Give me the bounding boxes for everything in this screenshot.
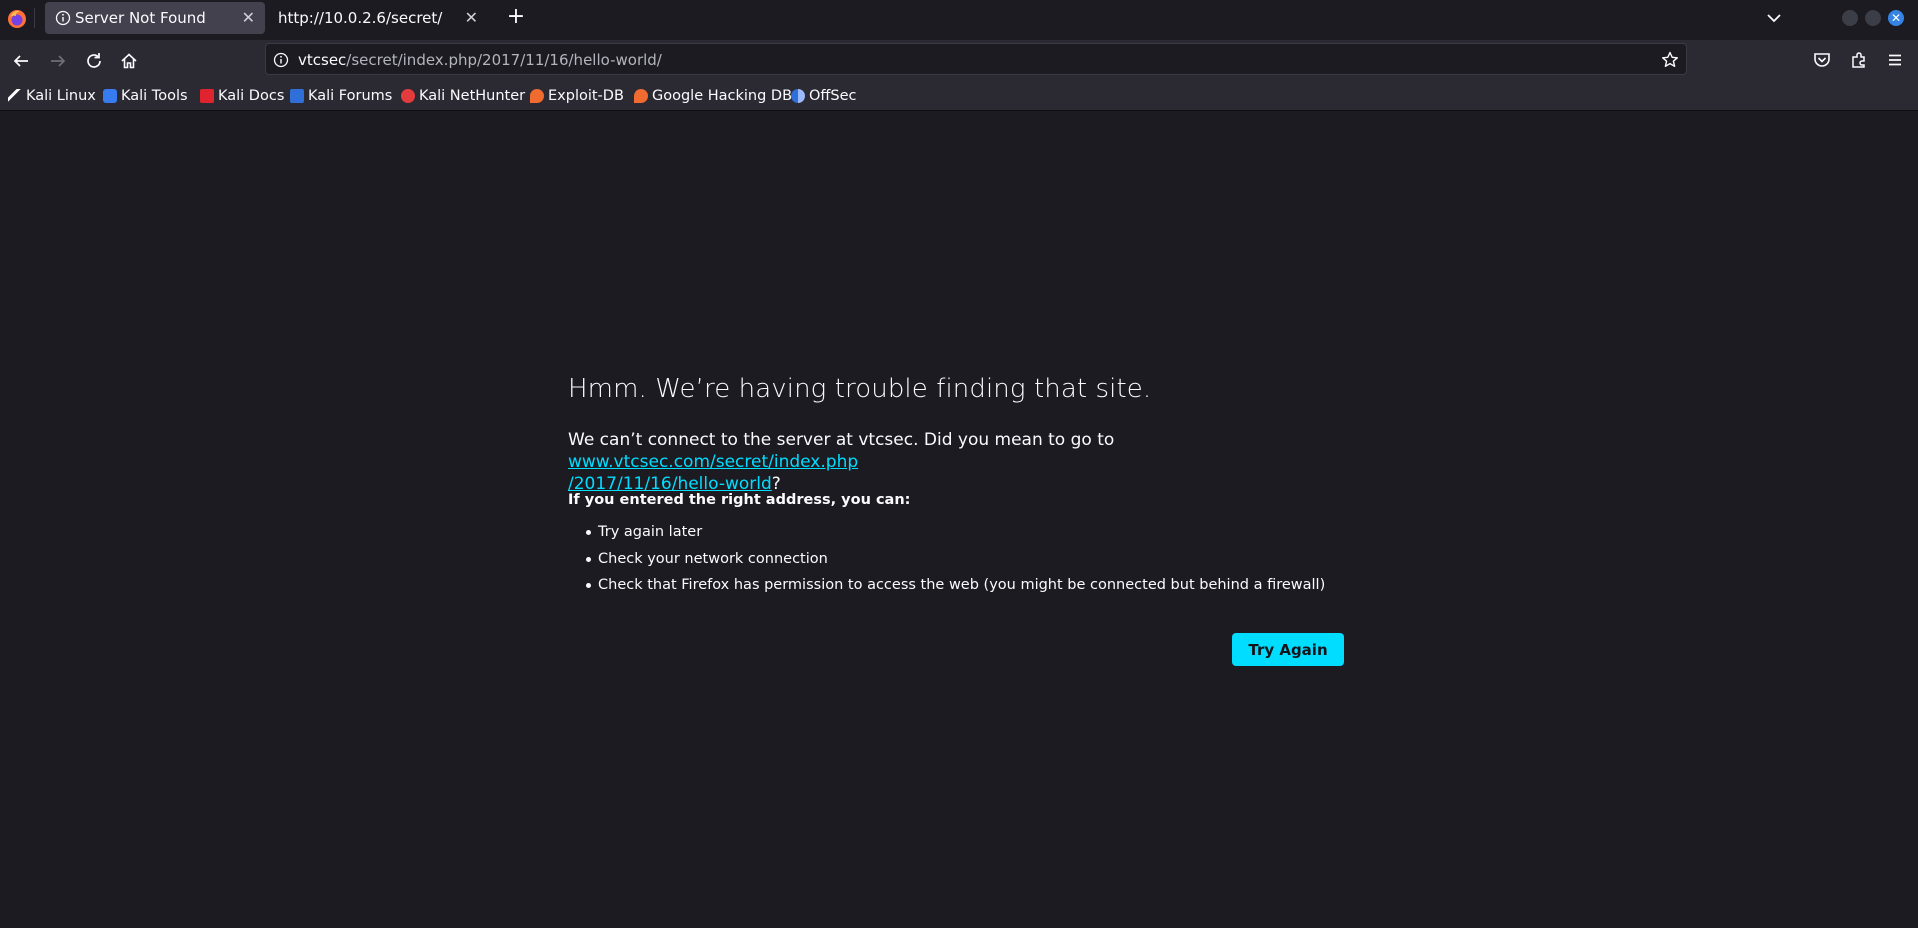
minimize-button[interactable]	[1842, 10, 1858, 26]
error-page: Hmm. We’re having trouble finding that s…	[0, 112, 1918, 928]
firefox-logo-icon[interactable]	[6, 8, 28, 30]
bookmark-label: Kali Linux	[26, 88, 96, 104]
kali-docs-icon	[200, 89, 214, 103]
bookmark-label: OffSec	[809, 88, 857, 104]
info-icon	[55, 10, 71, 26]
ghdb-icon	[634, 89, 648, 103]
bookmark-kali-forums[interactable]: Kali Forums	[290, 86, 392, 106]
bookmark-label: Exploit-DB	[548, 88, 624, 104]
site-info-icon[interactable]	[272, 51, 290, 69]
error-description-text: We can’t connect to the server at vtcsec…	[568, 430, 1115, 450]
bookmark-kali-tools[interactable]: Kali Tools	[103, 86, 188, 106]
url-path: /secret/index.php/2017/11/16/hello-world…	[346, 51, 662, 69]
tab-title: http://10.0.2.6/secret/	[278, 9, 443, 27]
suggested-url-line1: www.vtcsec.com/secret/index.php	[568, 452, 859, 472]
maximize-button[interactable]	[1865, 10, 1881, 26]
list-all-tabs-icon[interactable]	[1763, 7, 1785, 29]
tab-server-not-found[interactable]: Server Not Found ✕	[45, 2, 265, 34]
list-item: Try again later	[568, 522, 1325, 549]
error-description-suffix: ?	[771, 474, 781, 494]
list-item: Check that Firefox has permission to acc…	[568, 575, 1325, 602]
suggested-url-link[interactable]: www.vtcsec.com/secret/index.php/2017/11/…	[568, 452, 858, 494]
kali-tools-icon	[103, 89, 117, 103]
extensions-icon[interactable]	[1848, 49, 1870, 71]
tab-separator	[34, 8, 35, 28]
bookmark-offsec[interactable]: OffSec	[791, 86, 857, 106]
bookmark-star-icon[interactable]	[1660, 50, 1680, 70]
list-item: Check your network connection	[568, 549, 1325, 576]
bookmarks-toolbar: Kali Linux Kali Tools Kali Docs Kali For…	[0, 80, 1918, 111]
close-tab-icon[interactable]: ✕	[465, 8, 478, 27]
reload-icon[interactable]	[83, 50, 105, 72]
error-description: We can’t connect to the server at vtcsec…	[568, 429, 1348, 495]
offsec-icon	[791, 89, 805, 103]
back-arrow-icon[interactable]	[10, 50, 32, 72]
error-suggestions-list: Try again later Check your network conne…	[568, 522, 1325, 602]
bookmark-kali-nethunter[interactable]: Kali NetHunter	[401, 86, 525, 106]
home-icon[interactable]	[118, 50, 140, 72]
pocket-icon[interactable]	[1811, 49, 1833, 71]
bookmark-label: Kali Forums	[308, 88, 393, 104]
menu-hamburger-icon[interactable]	[1884, 49, 1906, 71]
tab-title: Server Not Found	[75, 9, 206, 27]
kali-nethunter-icon	[401, 89, 415, 103]
bookmark-kali-docs[interactable]: Kali Docs	[200, 86, 284, 106]
new-tab-button[interactable]: +	[503, 4, 529, 30]
kali-dragon-icon	[8, 89, 22, 103]
try-again-button[interactable]: Try Again	[1232, 633, 1344, 666]
url-host: vtcsec	[298, 51, 347, 69]
close-window-button[interactable]: ✕	[1888, 10, 1904, 26]
tab-secret[interactable]: http://10.0.2.6/secret/ ✕	[268, 2, 488, 34]
url-text[interactable]: vtcsec/secret/index.php/2017/11/16/hello…	[298, 51, 662, 69]
exploit-db-icon	[530, 89, 544, 103]
bookmark-google-hacking-db[interactable]: Google Hacking DB	[634, 86, 792, 106]
forward-arrow-icon[interactable]	[47, 50, 69, 72]
error-subtitle: If you entered the right address, you ca…	[568, 492, 911, 508]
error-title: Hmm. We’re having trouble finding that s…	[568, 374, 1152, 404]
suggested-url-line2: /2017/11/16/hello-world	[568, 474, 772, 494]
nav-bar: vtcsec/secret/index.php/2017/11/16/hello…	[0, 40, 1918, 80]
tab-strip: Server Not Found ✕ http://10.0.2.6/secre…	[0, 0, 1918, 36]
bookmark-exploit-db[interactable]: Exploit-DB	[530, 86, 624, 106]
bookmark-label: Kali NetHunter	[419, 88, 526, 104]
url-bar[interactable]: vtcsec/secret/index.php/2017/11/16/hello…	[265, 43, 1687, 75]
bookmark-label: Kali Tools	[121, 88, 188, 104]
close-tab-icon[interactable]: ✕	[242, 8, 255, 27]
bookmark-label: Google Hacking DB	[652, 88, 793, 104]
bookmark-label: Kali Docs	[218, 88, 285, 104]
bookmark-kali-linux[interactable]: Kali Linux	[8, 86, 96, 106]
kali-forums-icon	[290, 89, 304, 103]
